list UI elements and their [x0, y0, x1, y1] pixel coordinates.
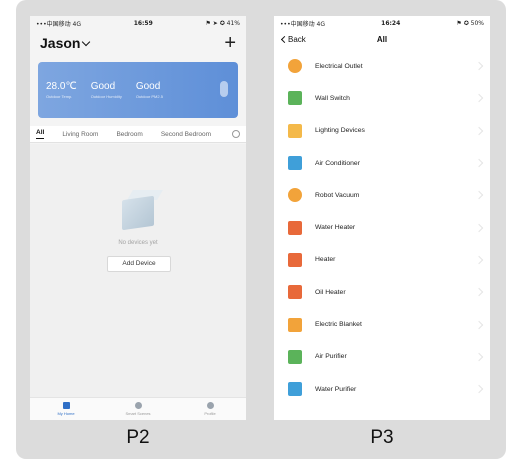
- water-purifier-icon: [288, 382, 302, 397]
- chevron-right-icon: [474, 255, 484, 265]
- carrier-text: •••中国移动 4G: [36, 20, 81, 28]
- chevron-right-icon: [474, 287, 484, 297]
- weather-temp-value: 28.0℃: [46, 81, 77, 92]
- back-button[interactable]: Back: [280, 34, 306, 44]
- list-item[interactable]: Air Purifier: [274, 341, 490, 373]
- clock: 16:24: [381, 19, 401, 27]
- vacuum-icon: [288, 188, 302, 203]
- bottom-tab-bar: My Home Smart Scenes Profile: [30, 397, 246, 420]
- carrier-text: •••中国移动 4G: [280, 20, 325, 28]
- chevron-left-icon: [280, 35, 289, 43]
- list-item[interactable]: Water Purifier: [274, 373, 490, 405]
- tabbar-label: My Home: [57, 411, 75, 416]
- chevron-right-icon: [474, 61, 484, 71]
- device-type-list: Electrical Outlet Wall Switch Lighting Dev…: [274, 50, 490, 405]
- weather-quality-label: Outdoor PM2.5: [135, 94, 163, 99]
- status-bar: •••中国移动 4G 16:24 ⚑ ✪ 50%: [274, 16, 490, 30]
- profile-icon: [206, 402, 214, 409]
- weather-card: 28.0℃ Outdoor Temp. Good Outdoor Humidit…: [38, 62, 238, 118]
- blanket-icon: [288, 317, 302, 332]
- list-item[interactable]: Heater: [274, 244, 490, 276]
- tab-living-room[interactable]: Living Room: [62, 131, 98, 138]
- tabbar-label: Smart Scenes: [125, 411, 151, 416]
- list-item[interactable]: Air Conditioner: [274, 147, 490, 179]
- phone-screen-p3: •••中国移动 4G 16:24 ⚑ ✪ 50% Back All Electr…: [274, 16, 490, 420]
- list-item-label: Electrical Outlet: [315, 62, 363, 70]
- tabbar-smart-scenes[interactable]: Smart Scenes: [102, 398, 174, 420]
- weather-quality: Good Outdoor PM2.5: [136, 81, 163, 99]
- oil-heater-icon: [288, 285, 302, 300]
- battery-text: ⚑ ➤ ✪ 41%: [205, 19, 240, 27]
- home-selector[interactable]: Jason: [40, 35, 91, 51]
- list-item-label: Air Purifier: [315, 353, 347, 361]
- list-item-label: Air Conditioner: [315, 159, 360, 167]
- purifier-icon: [288, 349, 302, 364]
- list-item[interactable]: Wall Switch: [274, 82, 490, 114]
- weather-air: Good Outdoor Humidity: [91, 81, 122, 99]
- list-item[interactable]: Electrical Outlet: [274, 50, 490, 82]
- empty-box-icon: [122, 195, 154, 231]
- list-item-label: Heater: [315, 256, 336, 264]
- list-item[interactable]: Lighting Devices: [274, 115, 490, 147]
- status-bar: •••中国移动 4G 16:59 ⚑ ➤ ✪ 41%: [30, 16, 246, 30]
- room-tabs: All Living Room Bedroom Second Bedroom: [30, 126, 246, 143]
- chevron-right-icon: [474, 126, 484, 135]
- page-title: All: [376, 34, 388, 44]
- chevron-right-icon: [474, 191, 484, 200]
- list-item-label: Lighting Devices: [315, 127, 365, 135]
- switch-icon: [288, 91, 302, 106]
- list-item-label: Water Heater: [315, 224, 356, 232]
- empty-state-text: No devices yet: [118, 240, 158, 246]
- battery-text: ⚑ ✪ 50%: [456, 19, 484, 27]
- weather-quality-value: Good: [135, 81, 161, 92]
- chevron-right-icon: [474, 320, 484, 329]
- tabbar-my-home[interactable]: My Home: [30, 398, 102, 420]
- chevron-right-icon: [474, 94, 484, 103]
- weather-temp: 28.0℃ Outdoor Temp.: [46, 81, 77, 99]
- home-header: Jason +: [30, 30, 246, 54]
- device-area: No devices yet Add Device: [30, 144, 246, 400]
- ac-icon: [288, 156, 302, 171]
- list-item-label: Water Purifier: [315, 385, 357, 393]
- chevron-right-icon: [474, 223, 484, 232]
- phone-screen-p2: •••中国移动 4G 16:59 ⚑ ➤ ✪ 41% Jason + 28.0℃…: [30, 16, 246, 420]
- chevron-right-icon: [474, 384, 484, 394]
- tab-all[interactable]: All: [36, 129, 45, 139]
- outlet-icon: [288, 59, 302, 74]
- chevron-right-icon: [474, 158, 484, 168]
- thermometer-icon: [220, 81, 228, 97]
- home-name: Jason: [40, 35, 81, 51]
- nav-bar: Back All: [274, 30, 490, 48]
- list-item-label: Oil Heater: [315, 288, 346, 296]
- water-heater-icon: [288, 220, 302, 235]
- plus-icon[interactable]: +: [224, 33, 236, 53]
- clock: 16:59: [133, 19, 153, 27]
- gear-icon[interactable]: [232, 130, 240, 138]
- weather-air-label: Outdoor Humidity: [90, 94, 122, 99]
- weather-temp-label: Outdoor Temp.: [46, 94, 73, 99]
- list-item[interactable]: Robot Vacuum: [274, 179, 490, 211]
- back-label: Back: [288, 34, 306, 44]
- list-item-label: Robot Vacuum: [315, 191, 360, 199]
- list-item-label: Wall Switch: [315, 94, 350, 102]
- tab-second-bedroom[interactable]: Second Bedroom: [161, 131, 211, 138]
- bulb-icon: [288, 123, 302, 138]
- add-device-button[interactable]: Add Device: [107, 256, 171, 272]
- heater-icon: [288, 252, 302, 267]
- list-item[interactable]: Electric Blanket: [274, 308, 490, 340]
- home-icon: [62, 402, 70, 409]
- caption-p3: P3: [370, 427, 394, 448]
- tab-bedroom[interactable]: Bedroom: [116, 131, 142, 138]
- sun-icon: [134, 402, 142, 409]
- list-item[interactable]: Oil Heater: [274, 276, 490, 308]
- weather-air-value: Good: [90, 81, 116, 92]
- list-item-label: Electric Blanket: [315, 321, 362, 329]
- chevron-down-icon: [82, 37, 91, 46]
- chevron-right-icon: [474, 352, 484, 362]
- caption-p2: P2: [126, 427, 150, 448]
- tabbar-profile[interactable]: Profile: [174, 398, 246, 420]
- list-item[interactable]: Water Heater: [274, 211, 490, 243]
- tabbar-label: Profile: [204, 411, 216, 416]
